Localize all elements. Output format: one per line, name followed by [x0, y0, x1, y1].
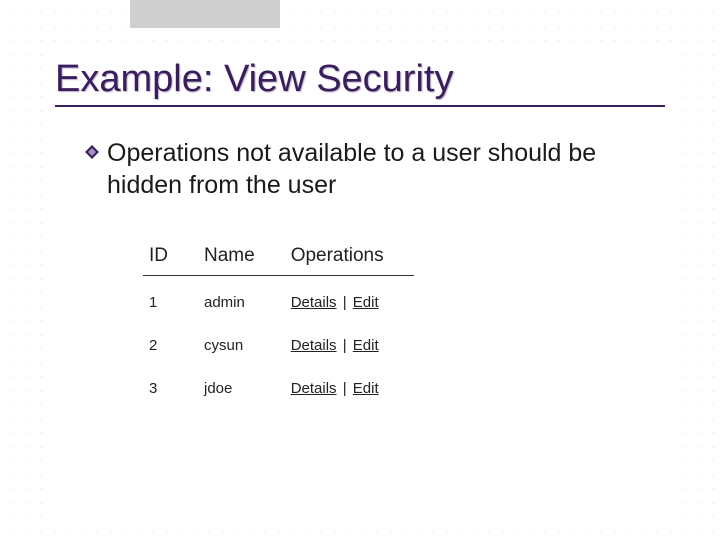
table-header-row: ID Name Operations — [143, 239, 414, 276]
edit-link[interactable]: Edit — [353, 337, 379, 354]
cell-id: 1 — [143, 276, 198, 320]
cell-operations: Details | Edit — [285, 276, 414, 320]
bullet-list: Operations not available to a user shoul… — [85, 137, 665, 201]
edit-link[interactable]: Edit — [353, 294, 379, 311]
details-link[interactable]: Details — [291, 380, 337, 397]
col-header-name: Name — [198, 239, 285, 276]
title-underline — [55, 105, 665, 107]
col-header-operations: Operations — [285, 239, 414, 276]
table-row: 3 jdoe Details | Edit — [143, 362, 414, 405]
cell-id: 3 — [143, 362, 198, 405]
bullet-item: Operations not available to a user shoul… — [85, 137, 665, 201]
diamond-bullet-icon — [85, 145, 99, 159]
slide-title: Example: View Security — [55, 58, 665, 101]
slide: Example: View Security Operations not av… — [0, 0, 720, 540]
cell-operations: Details | Edit — [285, 319, 414, 362]
col-header-id: ID — [143, 239, 198, 276]
operations-separator: | — [337, 337, 353, 354]
cell-name: cysun — [198, 319, 285, 362]
table-row: 1 admin Details | Edit — [143, 276, 414, 320]
details-link[interactable]: Details — [291, 294, 337, 311]
cell-operations: Details | Edit — [285, 362, 414, 405]
details-link[interactable]: Details — [291, 337, 337, 354]
table-row: 2 cysun Details | Edit — [143, 319, 414, 362]
operations-separator: | — [337, 380, 353, 397]
edit-link[interactable]: Edit — [353, 380, 379, 397]
cell-id: 2 — [143, 319, 198, 362]
cell-name: jdoe — [198, 362, 285, 405]
cell-name: admin — [198, 276, 285, 320]
bullet-text: Operations not available to a user shoul… — [107, 137, 665, 201]
operations-separator: | — [337, 294, 353, 311]
users-table: ID Name Operations 1 admin Details | Edi… — [143, 239, 414, 405]
